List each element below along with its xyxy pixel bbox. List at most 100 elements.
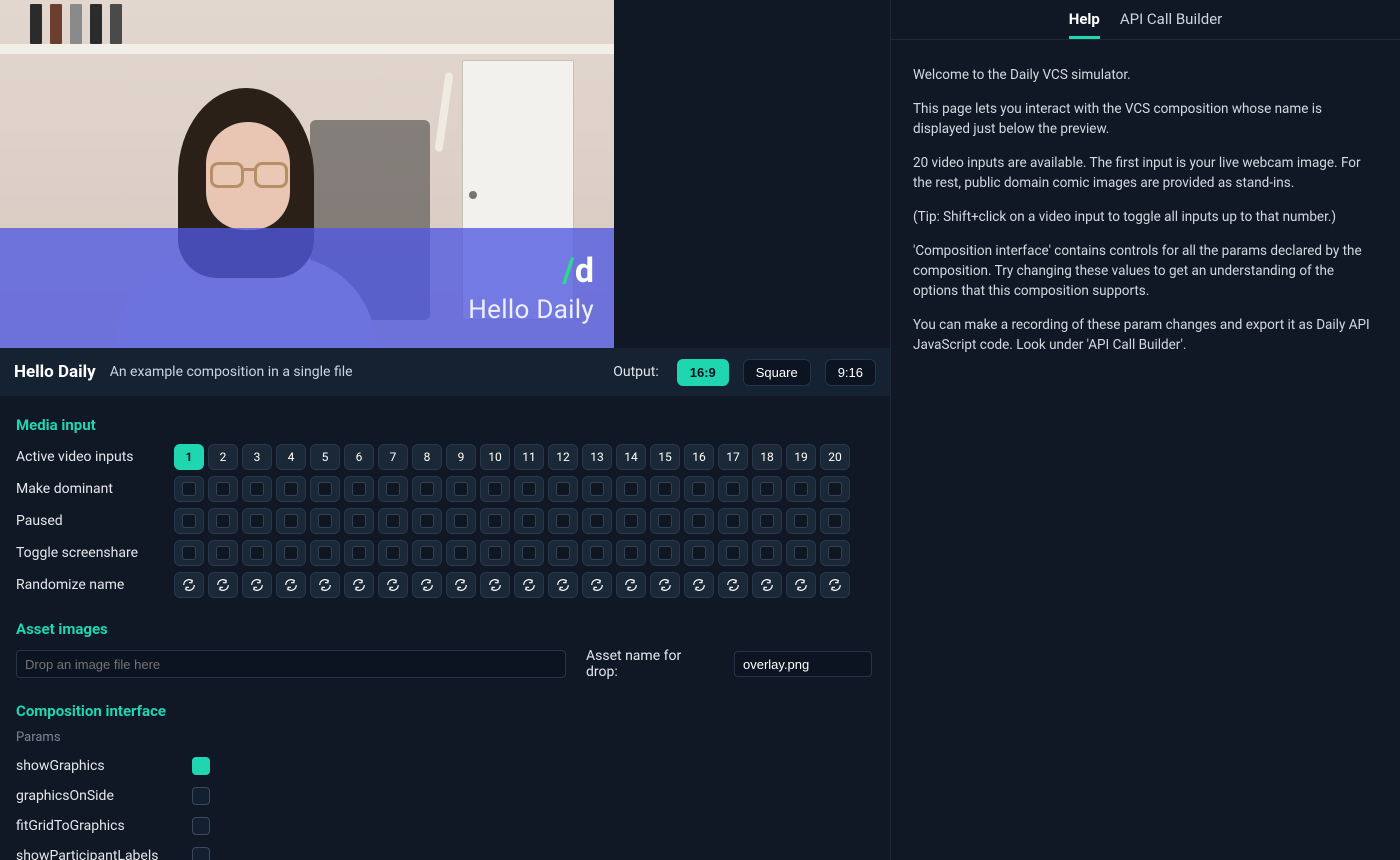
dominant-toggle-11[interactable] bbox=[514, 476, 544, 502]
paused-toggle-8[interactable] bbox=[412, 508, 442, 534]
screenshare-toggle-14[interactable] bbox=[616, 540, 646, 566]
paused-toggle-6[interactable] bbox=[344, 508, 374, 534]
paused-toggle-18[interactable] bbox=[752, 508, 782, 534]
video-input-9[interactable]: 9 bbox=[446, 444, 476, 470]
paused-toggle-20[interactable] bbox=[820, 508, 850, 534]
video-input-20[interactable]: 20 bbox=[820, 444, 850, 470]
screenshare-toggle-19[interactable] bbox=[786, 540, 816, 566]
dominant-toggle-2[interactable] bbox=[208, 476, 238, 502]
param-checkbox-fitGridToGraphics[interactable] bbox=[192, 817, 210, 835]
tab-api-call-builder[interactable]: API Call Builder bbox=[1120, 10, 1222, 39]
randomize-name-button-5[interactable] bbox=[310, 572, 340, 598]
randomize-name-button-13[interactable] bbox=[582, 572, 612, 598]
video-input-15[interactable]: 15 bbox=[650, 444, 680, 470]
screenshare-toggle-20[interactable] bbox=[820, 540, 850, 566]
randomize-name-button-8[interactable] bbox=[412, 572, 442, 598]
paused-toggle-16[interactable] bbox=[684, 508, 714, 534]
dominant-toggle-4[interactable] bbox=[276, 476, 306, 502]
param-checkbox-graphicsOnSide[interactable] bbox=[192, 787, 210, 805]
dominant-toggle-15[interactable] bbox=[650, 476, 680, 502]
paused-toggle-3[interactable] bbox=[242, 508, 272, 534]
screenshare-toggle-3[interactable] bbox=[242, 540, 272, 566]
paused-toggle-15[interactable] bbox=[650, 508, 680, 534]
screenshare-toggle-18[interactable] bbox=[752, 540, 782, 566]
dominant-toggle-6[interactable] bbox=[344, 476, 374, 502]
paused-toggle-5[interactable] bbox=[310, 508, 340, 534]
paused-toggle-4[interactable] bbox=[276, 508, 306, 534]
dominant-toggle-5[interactable] bbox=[310, 476, 340, 502]
video-input-6[interactable]: 6 bbox=[344, 444, 374, 470]
video-input-13[interactable]: 13 bbox=[582, 444, 612, 470]
video-input-5[interactable]: 5 bbox=[310, 444, 340, 470]
randomize-name-button-6[interactable] bbox=[344, 572, 374, 598]
randomize-name-button-11[interactable] bbox=[514, 572, 544, 598]
randomize-name-button-1[interactable] bbox=[174, 572, 204, 598]
screenshare-toggle-1[interactable] bbox=[174, 540, 204, 566]
dominant-toggle-7[interactable] bbox=[378, 476, 408, 502]
dominant-toggle-1[interactable] bbox=[174, 476, 204, 502]
screenshare-toggle-12[interactable] bbox=[548, 540, 578, 566]
paused-toggle-14[interactable] bbox=[616, 508, 646, 534]
video-input-12[interactable]: 12 bbox=[548, 444, 578, 470]
randomize-name-button-7[interactable] bbox=[378, 572, 408, 598]
ratio-16-9-button[interactable]: 16:9 bbox=[677, 359, 729, 386]
paused-toggle-13[interactable] bbox=[582, 508, 612, 534]
screenshare-toggle-9[interactable] bbox=[446, 540, 476, 566]
video-input-8[interactable]: 8 bbox=[412, 444, 442, 470]
video-input-1[interactable]: 1 bbox=[174, 444, 204, 470]
ratio-square-button[interactable]: Square bbox=[743, 359, 811, 386]
screenshare-toggle-6[interactable] bbox=[344, 540, 374, 566]
screenshare-toggle-11[interactable] bbox=[514, 540, 544, 566]
screenshare-toggle-13[interactable] bbox=[582, 540, 612, 566]
video-input-18[interactable]: 18 bbox=[752, 444, 782, 470]
video-input-4[interactable]: 4 bbox=[276, 444, 306, 470]
screenshare-toggle-15[interactable] bbox=[650, 540, 680, 566]
video-input-7[interactable]: 7 bbox=[378, 444, 408, 470]
paused-toggle-19[interactable] bbox=[786, 508, 816, 534]
paused-toggle-11[interactable] bbox=[514, 508, 544, 534]
paused-toggle-17[interactable] bbox=[718, 508, 748, 534]
randomize-name-button-20[interactable] bbox=[820, 572, 850, 598]
randomize-name-button-18[interactable] bbox=[752, 572, 782, 598]
controls-scroll[interactable]: Media input Active video inputs 12345678… bbox=[0, 396, 890, 860]
randomize-name-button-12[interactable] bbox=[548, 572, 578, 598]
dominant-toggle-20[interactable] bbox=[820, 476, 850, 502]
paused-toggle-7[interactable] bbox=[378, 508, 408, 534]
param-checkbox-showParticipantLabels[interactable] bbox=[192, 847, 210, 860]
screenshare-toggle-17[interactable] bbox=[718, 540, 748, 566]
screenshare-toggle-7[interactable] bbox=[378, 540, 408, 566]
screenshare-toggle-10[interactable] bbox=[480, 540, 510, 566]
ratio-9-16-button[interactable]: 9:16 bbox=[825, 359, 876, 386]
randomize-name-button-17[interactable] bbox=[718, 572, 748, 598]
dominant-toggle-9[interactable] bbox=[446, 476, 476, 502]
screenshare-toggle-4[interactable] bbox=[276, 540, 306, 566]
randomize-name-button-3[interactable] bbox=[242, 572, 272, 598]
video-input-17[interactable]: 17 bbox=[718, 444, 748, 470]
tab-help[interactable]: Help bbox=[1069, 10, 1100, 39]
screenshare-toggle-5[interactable] bbox=[310, 540, 340, 566]
randomize-name-button-16[interactable] bbox=[684, 572, 714, 598]
paused-toggle-2[interactable] bbox=[208, 508, 238, 534]
randomize-name-button-14[interactable] bbox=[616, 572, 646, 598]
randomize-name-button-2[interactable] bbox=[208, 572, 238, 598]
paused-toggle-1[interactable] bbox=[174, 508, 204, 534]
dominant-toggle-10[interactable] bbox=[480, 476, 510, 502]
dominant-toggle-18[interactable] bbox=[752, 476, 782, 502]
paused-toggle-12[interactable] bbox=[548, 508, 578, 534]
dominant-toggle-12[interactable] bbox=[548, 476, 578, 502]
dominant-toggle-17[interactable] bbox=[718, 476, 748, 502]
video-input-2[interactable]: 2 bbox=[208, 444, 238, 470]
dominant-toggle-14[interactable] bbox=[616, 476, 646, 502]
video-input-10[interactable]: 10 bbox=[480, 444, 510, 470]
dominant-toggle-8[interactable] bbox=[412, 476, 442, 502]
randomize-name-button-10[interactable] bbox=[480, 572, 510, 598]
video-input-11[interactable]: 11 bbox=[514, 444, 544, 470]
dominant-toggle-13[interactable] bbox=[582, 476, 612, 502]
dominant-toggle-16[interactable] bbox=[684, 476, 714, 502]
asset-drop-input[interactable] bbox=[16, 650, 566, 678]
dominant-toggle-3[interactable] bbox=[242, 476, 272, 502]
randomize-name-button-15[interactable] bbox=[650, 572, 680, 598]
video-input-3[interactable]: 3 bbox=[242, 444, 272, 470]
screenshare-toggle-2[interactable] bbox=[208, 540, 238, 566]
randomize-name-button-19[interactable] bbox=[786, 572, 816, 598]
